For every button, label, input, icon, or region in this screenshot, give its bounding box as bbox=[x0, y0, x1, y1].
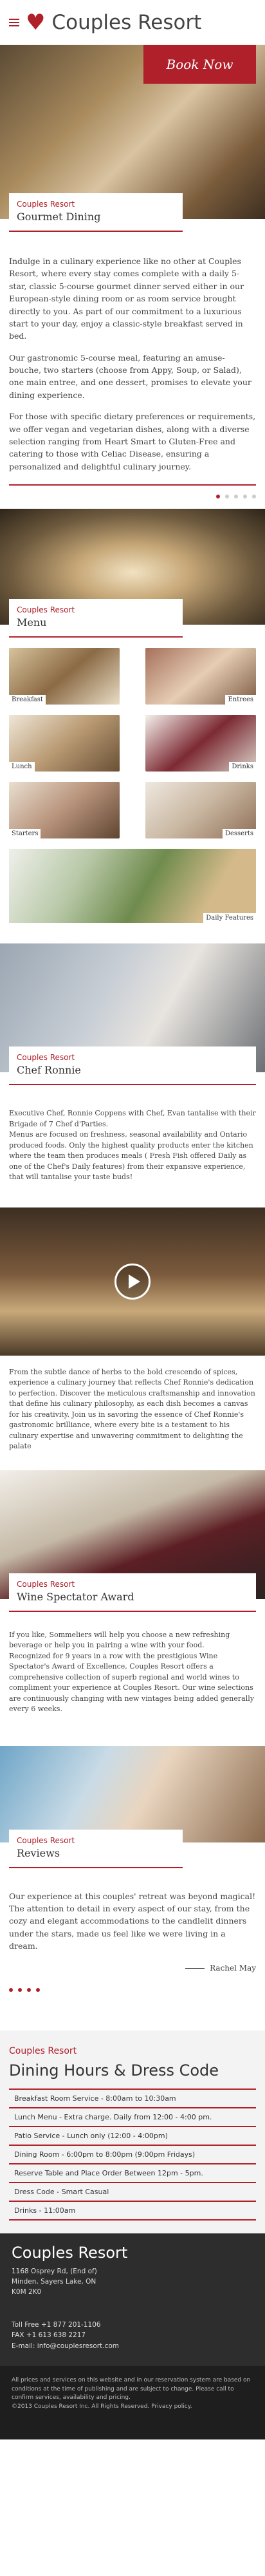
legal-disclaimer: All prices and services on this website … bbox=[12, 2377, 251, 2401]
menu-tile-breakfast[interactable]: Breakfast bbox=[9, 648, 120, 705]
section-kicker: Couples Resort bbox=[17, 1835, 75, 1845]
hours-item: Dining Room - 6:00pm to 8:00pm (9:00pm F… bbox=[9, 2146, 256, 2165]
carousel-dot[interactable] bbox=[225, 495, 229, 498]
menu-grid: Breakfast Entrees Lunch Drinks Starters … bbox=[0, 638, 265, 838]
wine-title-box: Couples Resort Wine Spectator Award bbox=[9, 1573, 256, 1612]
section-title: Chef Ronnie bbox=[17, 1064, 81, 1076]
menu-section: Couples Resort Menu Breakfast Entrees Lu… bbox=[0, 509, 265, 923]
section-kicker: Couples Resort bbox=[17, 1579, 75, 1589]
intro-paragraph: Indulge in a culinary experience like no… bbox=[9, 256, 244, 341]
carousel-dot[interactable] bbox=[234, 495, 238, 498]
chef-section: Couples Resort Chef Ronnie bbox=[0, 943, 265, 1085]
carousel-dot[interactable] bbox=[9, 1988, 13, 1993]
menu-tile-desserts[interactable]: Desserts bbox=[145, 782, 256, 838]
section-title: Menu bbox=[17, 616, 47, 629]
menu-tile-entrees[interactable]: Entrees bbox=[145, 648, 256, 705]
menu-tile-lunch[interactable]: Lunch bbox=[9, 715, 120, 772]
review-text: Our experience at this couples' retreat … bbox=[9, 1891, 256, 1951]
site-footer: Couples Resort 1168 Osprey Rd, (End of) … bbox=[0, 2233, 265, 2367]
reviews-title-box: Couples Resort Reviews bbox=[9, 1829, 183, 1868]
intro-paragraph: Our gastronomic 5-course meal, featuring… bbox=[9, 352, 251, 400]
video-text: From the subtle dance of herbs to the bo… bbox=[0, 1356, 265, 1464]
section-title: Gourmet Dining bbox=[17, 211, 101, 223]
intro-paragraph: For those with specific dietary preferen… bbox=[9, 412, 256, 471]
menu-tile-daily-features[interactable]: Daily Features bbox=[9, 849, 256, 923]
video-paragraph: From the subtle dance of herbs to the bo… bbox=[9, 1367, 255, 1451]
review-carousel-dots bbox=[0, 1973, 265, 2031]
address-line: Minden, Sayers Lake, ON bbox=[12, 2278, 96, 2286]
wine-text: If you like, Sommeliers will help you ch… bbox=[0, 1612, 265, 1727]
tile-label: Daily Features bbox=[203, 913, 256, 923]
carousel-dot[interactable] bbox=[216, 495, 220, 498]
gourmet-dining-title-box: Couples Resort Gourmet Dining bbox=[9, 193, 183, 232]
tile-label: Breakfast bbox=[9, 695, 46, 705]
section-kicker: Couples Resort bbox=[17, 1053, 75, 1062]
hours-item: Drinks - 11:00am bbox=[9, 2202, 256, 2221]
hours-item: Reserve Table and Place Order Between 12… bbox=[9, 2164, 256, 2184]
chef-paragraph: Menus are focused on freshness, seasonal… bbox=[9, 1130, 253, 1181]
footer-address: 1168 Osprey Rd, (End of) Minden, Sayers … bbox=[12, 2267, 253, 2297]
tile-label: Lunch bbox=[9, 762, 35, 772]
section-kicker: Couples Resort bbox=[17, 605, 75, 614]
carousel-dot[interactable] bbox=[36, 1988, 40, 1993]
dining-hours-section: Couples Resort Dining Hours & Dress Code… bbox=[0, 2031, 265, 2234]
play-icon[interactable] bbox=[114, 1263, 151, 1300]
video-section bbox=[0, 1207, 265, 1356]
brand-name[interactable]: Couples Resort bbox=[51, 11, 201, 34]
menu-title-box: Couples Resort Menu bbox=[9, 599, 183, 638]
tile-label: Drinks bbox=[229, 762, 256, 772]
footer-brand: Couples Resort bbox=[12, 2244, 128, 2262]
address-line: K0M 2K0 bbox=[12, 2287, 42, 2296]
hours-item: Breakfast Room Service - 8:00am to 10:30… bbox=[9, 2090, 256, 2109]
hours-item: Dress Code - Smart Casual bbox=[9, 2183, 256, 2202]
menu-tile-starters[interactable]: Starters bbox=[9, 782, 120, 838]
section-title: Wine Spectator Award bbox=[17, 1590, 134, 1603]
review-author: Rachel May bbox=[0, 1964, 265, 1973]
author-dash bbox=[185, 1967, 205, 1969]
email-link[interactable]: E-mail: info@couplesresort.com bbox=[12, 2341, 253, 2352]
heart-logo-icon[interactable]: ♥ bbox=[26, 12, 45, 33]
wine-paragraph: Recognized for 9 years in a row with the… bbox=[9, 1651, 254, 1714]
section-title: Reviews bbox=[17, 1846, 60, 1859]
copyright[interactable]: ©2013 Couples Resort Inc. All Rights Res… bbox=[12, 2403, 253, 2412]
fax-number: FAX +1 613 638 2217 bbox=[12, 2331, 86, 2340]
book-now-button[interactable]: Book Now bbox=[143, 45, 256, 84]
tile-label: Desserts bbox=[222, 829, 256, 838]
intro-text: Indulge in a culinary experience like no… bbox=[0, 232, 265, 484]
menu-tile-drinks[interactable]: Drinks bbox=[145, 715, 256, 772]
carousel-dot[interactable] bbox=[252, 495, 256, 498]
review-quote: Our experience at this couples' retreat … bbox=[0, 1868, 265, 1964]
wine-section: Couples Resort Wine Spectator Award bbox=[0, 1470, 265, 1612]
chef-title-box: Couples Resort Chef Ronnie bbox=[9, 1046, 256, 1085]
section-kicker: Couples Resort bbox=[17, 200, 75, 209]
chef-paragraph: Executive Chef, Ronnie Coppens with Chef… bbox=[9, 1109, 256, 1128]
hours-item: Lunch Menu - Extra charge. Daily from 12… bbox=[9, 2108, 256, 2128]
review-author-name: Rachel May bbox=[210, 1964, 256, 1973]
tile-label: Starters bbox=[9, 829, 41, 838]
dining-hours-list: Breakfast Room Service - 8:00am to 10:30… bbox=[9, 2088, 256, 2221]
hero-section: Book Now Couples Resort Gourmet Dining bbox=[0, 45, 265, 232]
chef-video[interactable] bbox=[0, 1207, 265, 1356]
carousel-dot[interactable] bbox=[243, 495, 247, 498]
toll-free-phone[interactable]: Toll Free +1 877 201-1106 bbox=[12, 2320, 253, 2331]
carousel-dot[interactable] bbox=[18, 1988, 22, 1993]
footer-contact: Toll Free +1 877 201-1106 FAX +1 613 638… bbox=[12, 2320, 253, 2352]
hamburger-menu-icon[interactable] bbox=[9, 18, 19, 26]
chef-text: Executive Chef, Ronnie Coppens with Chef… bbox=[0, 1085, 265, 1195]
site-header: ♥ Couples Resort bbox=[0, 0, 265, 45]
couple-image bbox=[0, 1745, 265, 1842]
wine-paragraph: If you like, Sommeliers will help you ch… bbox=[9, 1630, 230, 1650]
tile-label: Entrees bbox=[225, 695, 256, 705]
section-title: Dining Hours & Dress Code bbox=[9, 2061, 219, 2080]
carousel-dot[interactable] bbox=[27, 1988, 31, 1993]
reviews-section: Couples Resort Reviews bbox=[0, 1745, 265, 1868]
section-kicker: Couples Resort bbox=[9, 2046, 77, 2057]
carousel-dots bbox=[0, 486, 265, 502]
address-line: 1168 Osprey Rd, (End of) bbox=[12, 2268, 97, 2276]
legal-footer: All prices and services on this website … bbox=[0, 2366, 265, 2440]
hours-item: Patio Service - Lunch only (12:00 - 4:00… bbox=[9, 2127, 256, 2146]
